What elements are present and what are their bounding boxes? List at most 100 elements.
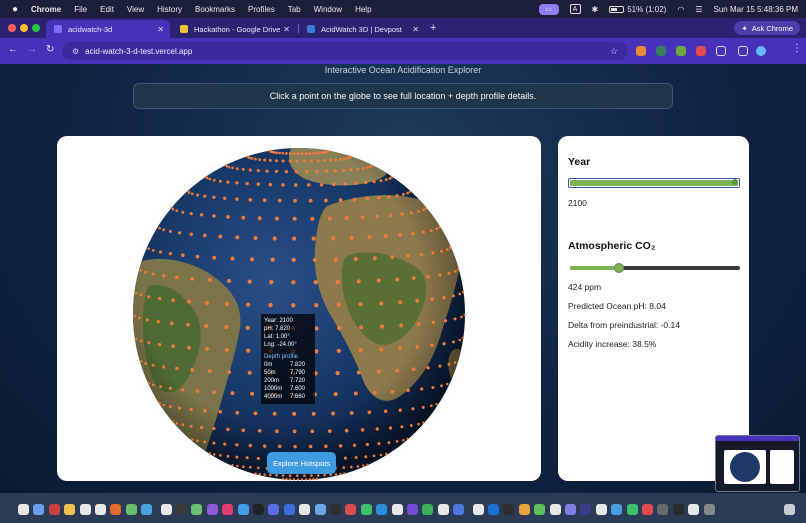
ph-data-point[interactable] [171, 420, 175, 423]
ph-data-point[interactable] [426, 366, 430, 370]
ph-data-point[interactable] [419, 252, 424, 257]
ph-data-point[interactable] [370, 164, 373, 168]
ph-data-point[interactable] [236, 464, 239, 468]
dock-app-icon[interactable] [160, 504, 172, 515]
dock-app-icon[interactable] [437, 504, 449, 515]
ph-data-point[interactable] [224, 301, 229, 306]
ph-data-point[interactable] [422, 421, 425, 424]
ph-data-point[interactable] [190, 192, 194, 196]
ph-data-point[interactable] [257, 216, 262, 221]
ph-data-point[interactable] [417, 422, 420, 426]
ph-data-point[interactable] [170, 321, 174, 326]
ph-data-point[interactable] [151, 272, 155, 276]
ph-data-point[interactable] [203, 408, 207, 413]
ph-data-point[interactable] [417, 210, 420, 213]
ph-data-point[interactable] [314, 169, 319, 174]
ph-data-point[interactable] [336, 302, 341, 308]
ph-data-point[interactable] [248, 443, 252, 448]
ph-data-point[interactable] [445, 248, 449, 251]
ph-data-point[interactable] [324, 444, 328, 449]
ph-data-point[interactable] [431, 385, 435, 390]
ph-data-point[interactable] [263, 473, 266, 476]
ph-data-point[interactable] [168, 405, 172, 409]
dock-app-icon[interactable] [222, 504, 234, 515]
ph-data-point[interactable] [195, 254, 200, 259]
ph-data-point[interactable] [395, 194, 399, 198]
ph-data-point[interactable] [203, 194, 207, 198]
bookmark-star-icon[interactable]: ☆ [610, 46, 618, 57]
ph-data-point[interactable] [247, 279, 252, 284]
ph-data-point[interactable] [226, 454, 230, 458]
ph-data-point[interactable] [291, 280, 296, 285]
menu-edit[interactable]: Edit [100, 5, 114, 14]
ph-data-point[interactable] [296, 152, 300, 156]
ph-data-point[interactable] [168, 229, 172, 233]
ph-data-point[interactable] [241, 215, 246, 220]
ph-data-point[interactable] [411, 231, 415, 236]
ph-data-point[interactable] [421, 230, 425, 234]
ph-data-point[interactable] [388, 213, 393, 218]
dock-app-icon[interactable] [488, 504, 499, 515]
ph-data-point[interactable] [205, 300, 210, 305]
ph-data-point[interactable] [376, 278, 381, 283]
ph-data-point[interactable] [277, 444, 282, 449]
ph-data-point[interactable] [304, 152, 308, 155]
ph-data-point[interactable] [343, 456, 347, 460]
ph-data-point[interactable] [324, 198, 328, 203]
ph-data-point[interactable] [359, 325, 364, 330]
ph-data-point[interactable] [156, 320, 160, 324]
extensions-puzzle-icon[interactable] [716, 46, 726, 56]
ph-data-point[interactable] [372, 454, 376, 458]
ph-data-point[interactable] [269, 473, 272, 477]
ph-data-point[interactable] [294, 170, 299, 174]
ph-data-point[interactable] [326, 149, 329, 153]
dock-app-icon[interactable] [176, 504, 187, 515]
dock-app-icon[interactable] [206, 504, 218, 515]
ph-data-point[interactable] [281, 477, 285, 481]
tab-devpost[interactable]: AcidWatch 3D | Devpost ✕ [299, 20, 425, 38]
ph-data-point[interactable] [309, 159, 313, 163]
ph-data-point[interactable] [218, 454, 222, 457]
ph-data-point[interactable] [144, 362, 147, 365]
ph-data-point[interactable] [358, 348, 363, 353]
dock-app-icon[interactable] [33, 504, 45, 515]
ph-data-point[interactable] [375, 427, 379, 431]
ph-data-point[interactable] [356, 167, 360, 171]
ph-data-point[interactable] [364, 455, 368, 459]
ph-data-point[interactable] [333, 257, 338, 262]
ph-data-point[interactable] [390, 255, 395, 260]
menu-history[interactable]: History [157, 5, 182, 14]
ph-data-point[interactable] [204, 323, 209, 329]
ph-data-point[interactable] [235, 167, 239, 171]
ph-data-point[interactable] [175, 366, 179, 371]
ph-data-point[interactable] [401, 192, 405, 196]
ph-data-point[interactable] [281, 151, 285, 155]
ph-data-point[interactable] [398, 233, 403, 237]
ph-data-point[interactable] [262, 444, 267, 448]
ph-data-point[interactable] [133, 314, 136, 318]
dock-app-icon[interactable] [253, 504, 264, 515]
ph-data-point[interactable] [268, 182, 273, 187]
ph-data-point[interactable] [246, 302, 251, 307]
ph-data-point[interactable] [245, 181, 249, 186]
ph-data-point[interactable] [189, 232, 193, 237]
menu-clock[interactable]: Sun Mar 15 5:48:36 PM [714, 5, 799, 14]
ph-data-point[interactable] [288, 478, 292, 481]
ph-data-point[interactable] [227, 165, 231, 169]
ph-data-point[interactable] [431, 251, 435, 255]
ph-data-point[interactable] [360, 215, 365, 220]
ph-data-point[interactable] [275, 159, 278, 163]
ph-data-point[interactable] [226, 215, 230, 219]
ph-data-point[interactable] [269, 279, 274, 285]
ph-data-point[interactable] [272, 236, 277, 241]
dock-app-icon[interactable] [237, 504, 249, 515]
ph-data-point[interactable] [139, 293, 143, 297]
ph-data-point[interactable] [395, 440, 399, 443]
ph-data-point[interactable] [313, 280, 318, 285]
ph-data-point[interactable] [177, 231, 182, 235]
ph-data-point[interactable] [435, 402, 438, 406]
ph-data-point[interactable] [292, 411, 297, 416]
extension-icon[interactable] [676, 46, 686, 56]
dock-app-icon[interactable] [345, 504, 357, 515]
ph-data-point[interactable] [453, 317, 457, 321]
